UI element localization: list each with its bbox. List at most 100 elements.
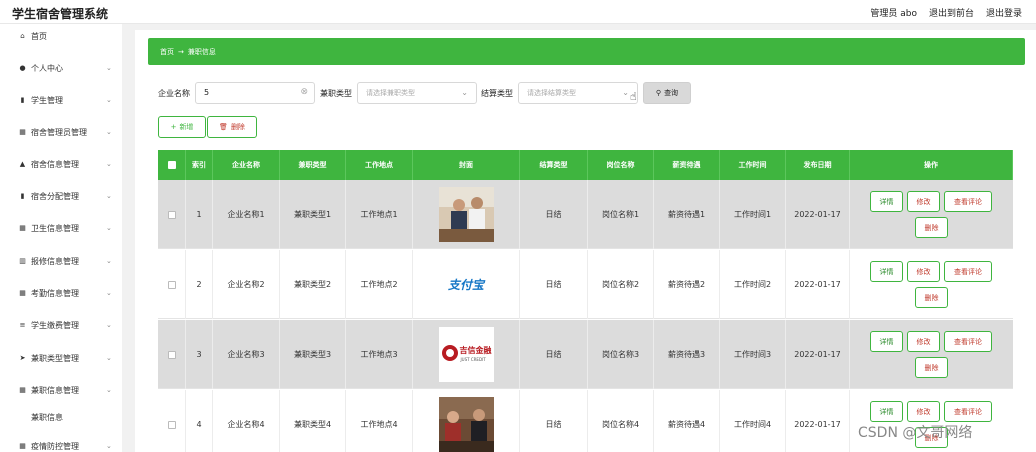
sidebar-item[interactable]: ▦ 卫生信息管理 ⌄ [0,218,122,238]
sidebar-subitem-job-info[interactable]: 兼职信息 [0,408,122,428]
edit-button[interactable]: 修改 [907,401,940,422]
column-header[interactable]: 薪资待遇 [654,150,720,180]
column-header[interactable]: 工作地点 [346,150,413,180]
sidebar-item-label: 兼职信息管理 [31,385,79,395]
column-header[interactable]: 发布日期 [786,150,850,180]
sidebar-item[interactable]: ⌂ 首页 [0,26,122,46]
grid-icon: ▦ [19,386,26,394]
search-button-label: 查询 [664,89,679,97]
column-header[interactable]: 兼职类型 [280,150,346,180]
cell-settle: 日结 [520,250,588,319]
chevron-down-icon: ⌄ [106,192,112,200]
search-button[interactable]: ⚲ 查询 [643,82,691,104]
batch-delete-button[interactable]: 🗑 删除 [207,116,257,138]
column-header[interactable]: 索引 [186,150,213,180]
delete-row-button[interactable]: 删除 [915,287,948,308]
column-header[interactable]: 岗位名称 [588,150,654,180]
view-comments-button[interactable]: 查看评论 [944,331,992,352]
company-input[interactable]: 5 ⊗ [195,82,315,104]
sidebar-item[interactable]: ▦ 考勤信息管理 ⌄ [0,283,122,303]
watermark: CSDN @文哥网络 [858,425,973,441]
column-header[interactable]: 工作时间 [720,150,786,180]
chevron-down-icon: ⌄ [622,88,629,97]
column-header[interactable]: 企业名称 [213,150,280,180]
edit-button[interactable]: 修改 [907,191,940,212]
breadcrumb-home[interactable]: 首页 [160,47,174,57]
sidebar-item[interactable]: ▮ 学生管理 ⌄ [0,90,122,110]
top-right-links: 管理员 abo 退出到前台 退出登录 [870,6,1022,19]
user-icon: ● [19,64,26,72]
company-input-value: 5 [204,88,210,97]
view-comments-button[interactable]: 查看评论 [944,191,992,212]
settle-filter-label: 结算类型 [481,89,513,98]
column-header[interactable]: 封面 [413,150,520,180]
row-actions: 详情 修改 查看评论删除 [850,180,1013,249]
detail-button[interactable]: 详情 [870,401,903,422]
sidebar-item[interactable]: ▮ 宿舍分配管理 ⌄ [0,186,122,206]
sidebar-item[interactable]: ▲ 宿舍信息管理 ⌄ [0,154,122,174]
sidebar-item-label: 首页 [31,31,47,41]
settle-select-placeholder: 请选择结算类型 [527,89,576,97]
home-icon: ⌂ [20,32,25,40]
cell-date: 2022-01-17 [786,250,850,319]
view-comments-button[interactable]: 查看评论 [944,401,992,422]
logout-link[interactable]: 退出登录 [986,6,1022,19]
type-select[interactable]: 请选择兼职类型 ⌄ [357,82,477,104]
app-title: 学生宿舍管理系统 [12,7,109,21]
cover-cell [413,180,520,249]
book-icon: ▮ [20,96,25,104]
chevron-down-icon: ⌄ [106,160,112,168]
delete-row-button[interactable]: 删除 [915,357,948,378]
cover-meeting-photo [438,397,494,452]
cell-index: 2 [186,250,213,319]
row-select-cell [158,390,186,452]
column-header[interactable]: 结算类型 [520,150,588,180]
row-checkbox[interactable] [167,210,176,219]
cell-company: 企业名称3 [213,320,280,389]
breadcrumb: 首页 → 兼职信息 [148,38,1025,65]
row-checkbox[interactable] [167,420,176,429]
back-to-front-link[interactable]: 退出到前台 [929,6,974,19]
chevron-down-icon: ⌄ [106,386,112,394]
add-button-label: 新增 [179,123,194,131]
sidebar-item-label: 个人中心 [31,63,63,73]
sidebar-item[interactable]: ▥ 报修信息管理 ⌄ [0,251,122,271]
select-all-checkbox[interactable] [167,161,176,169]
cell-company: 企业名称1 [213,180,280,249]
sidebar-item[interactable]: ● 个人中心 ⌄ [0,58,122,78]
view-comments-button[interactable]: 查看评论 [944,261,992,282]
row-checkbox[interactable] [167,350,176,359]
sidebar-item[interactable]: ▦ 兼职信息管理 ⌄ [0,380,122,400]
cell-type: 兼职类型1 [280,180,346,249]
table-row: 3 企业名称3 兼职类型3 工作地点3 吉信金融 JUST CREDIT 日结 岗位名称3 薪资… [158,320,1013,389]
add-button[interactable]: + 新增 [158,116,206,138]
detail-button[interactable]: 详情 [870,331,903,352]
chevron-down-icon: ⌄ [106,354,112,362]
delete-row-button[interactable]: 删除 [915,217,948,238]
row-select-cell [158,320,186,389]
cell-company: 企业名称4 [213,390,280,452]
sidebar-item[interactable]: ▦ 疫情防控管理 ⌄ [0,436,122,452]
table-row: 2 企业名称2 兼职类型2 工作地点2 支付宝 日结 岗位名称2 薪资待遇2 工作时间2 2022… [158,250,1013,319]
table-row: 1 企业名称1 兼职类型1 工作地点1 日结 岗位名称1 薪资待遇1 工作时间1 2022-01… [158,180,1013,249]
sidebar-item[interactable]: ▦ 宿舍管理员管理 ⌄ [0,122,122,142]
clear-icon[interactable]: ⊗ [300,87,308,97]
cell-salary: 薪资待遇1 [654,180,720,249]
chevron-down-icon: ⌄ [106,96,112,104]
grid-icon: ▦ [19,442,26,450]
delete-button-label: 删除 [230,123,245,131]
edit-button[interactable]: 修改 [907,331,940,352]
sidebar-item-label: 疫情防控管理 [31,441,79,451]
detail-button[interactable]: 详情 [870,261,903,282]
sidebar-item-label: 报修信息管理 [31,256,79,266]
cover-office-photo [438,187,494,242]
edit-button[interactable]: 修改 [907,261,940,282]
sidebar-item-label: 学生缴费管理 [31,320,79,330]
detail-button[interactable]: 详情 [870,191,903,212]
cell-type: 兼职类型3 [280,320,346,389]
cell-settle: 日结 [520,320,588,389]
row-checkbox[interactable] [167,280,176,289]
settle-select[interactable]: 请选择结算类型 ⌄ [518,82,638,104]
sidebar-item[interactable]: ≡ 学生缴费管理 ⌄ [0,315,122,335]
sidebar-item[interactable]: ➤ 兼职类型管理 ⌄ [0,348,122,368]
